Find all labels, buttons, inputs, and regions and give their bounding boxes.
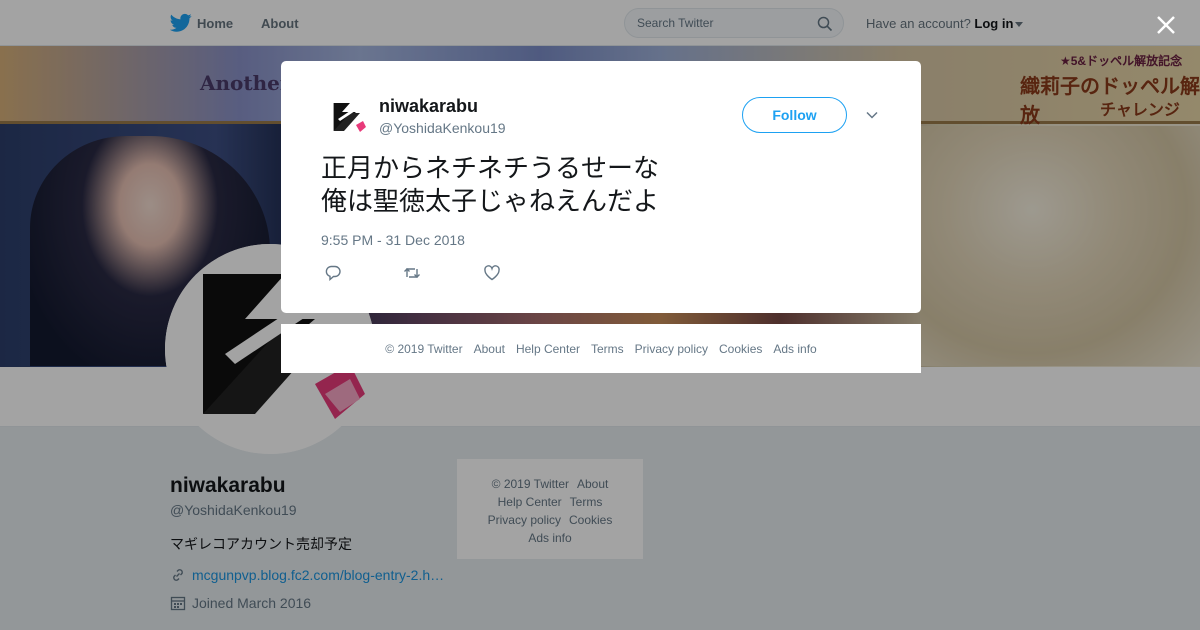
retweet-icon[interactable] [403,264,421,282]
footer-privacy-link[interactable]: Privacy policy [635,342,708,356]
footer-copyright: © 2019 Twitter [385,341,463,356]
tweet-text: 正月からネチネチうるせーな 俺は聖徳太子じゃねえんだよ [321,153,660,216]
modal-footer: © 2019 Twitter About Help Center Terms P… [281,324,921,373]
tweet-author-name[interactable]: niwakarabu [379,96,478,117]
tweet-timestamp[interactable]: 9:55 PM - 31 Dec 2018 [321,232,465,248]
avatar[interactable] [326,97,368,139]
footer-help-link[interactable]: Help Center [516,342,580,356]
avatar-image [326,97,368,139]
footer-about-link[interactable]: About [474,342,505,356]
footer-cookies-link[interactable]: Cookies [719,342,762,356]
footer-ads-link[interactable]: Ads info [773,342,816,356]
like-icon[interactable] [483,264,501,282]
close-icon[interactable] [1152,11,1180,39]
follow-button[interactable]: Follow [742,97,847,133]
reply-icon[interactable] [324,264,342,282]
chevron-down-icon[interactable] [865,108,879,122]
tweet-author-handle[interactable]: @YoshidaKenkou19 [379,120,506,136]
footer-terms-link[interactable]: Terms [591,342,624,356]
tweet-permalink-modal: niwakarabu @YoshidaKenkou19 Follow 正月からネ… [281,61,921,313]
